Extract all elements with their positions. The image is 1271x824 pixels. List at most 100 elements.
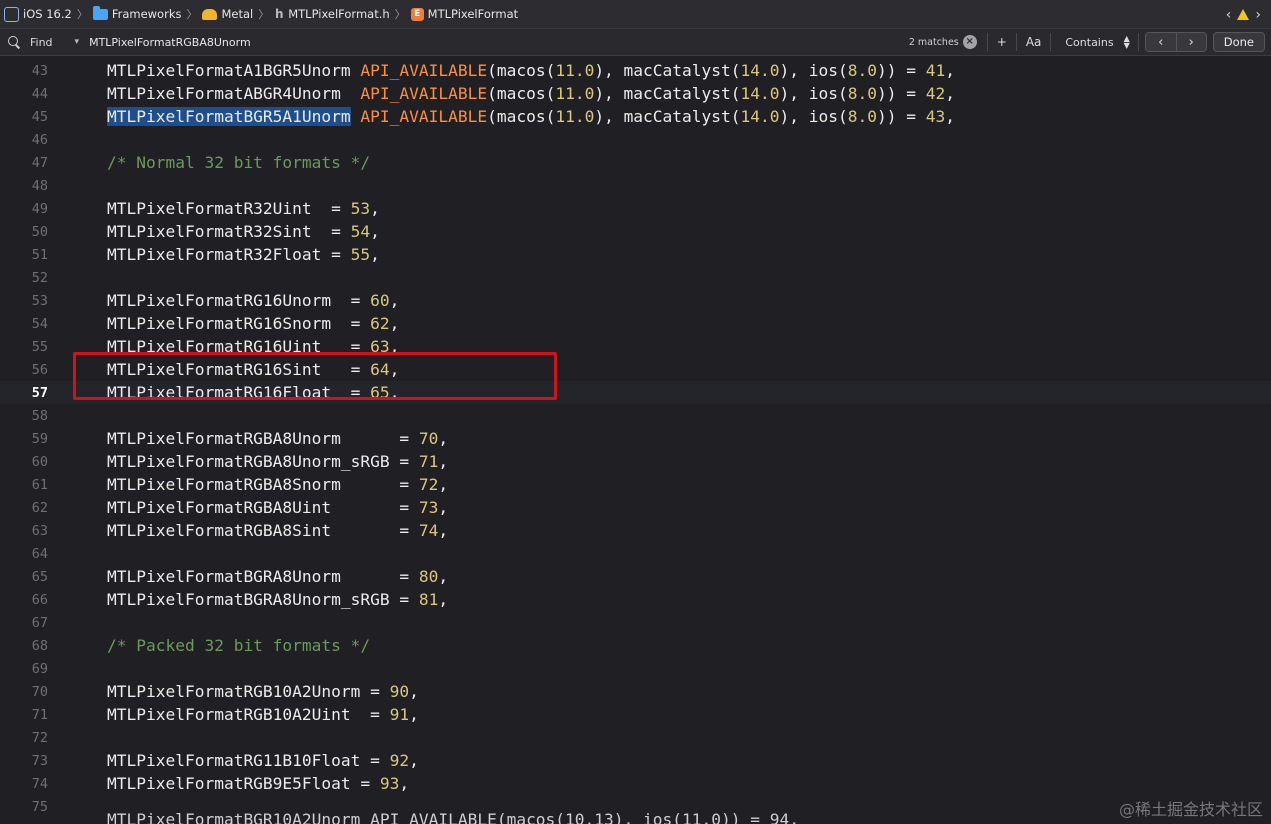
code-text[interactable]: MTLPixelFormatBGR5A1Unorm API_AVAILABLE(… xyxy=(107,107,955,126)
chevron-left-icon[interactable]: ‹ xyxy=(1226,7,1232,23)
code-line[interactable]: 51 MTLPixelFormatR32Float = 55, xyxy=(0,243,1271,266)
code-line[interactable]: 63 MTLPixelFormatRGBA8Sint = 74, xyxy=(0,519,1271,542)
clear-search-button[interactable]: × xyxy=(962,35,977,49)
code-text[interactable]: MTLPixelFormatRGB10A2Unorm = 90, xyxy=(107,682,419,701)
match-type-label: Contains xyxy=(1065,35,1114,49)
code-line[interactable]: 67 xyxy=(0,611,1271,634)
code-line[interactable]: 52 xyxy=(0,266,1271,289)
code-line[interactable]: 47 /* Normal 32 bit formats */ xyxy=(0,151,1271,174)
code-line[interactable]: 49 MTLPixelFormatR32Uint = 53, xyxy=(0,197,1271,220)
code-text[interactable]: MTLPixelFormatRGBA8Sint = 74, xyxy=(107,521,448,540)
crumb-sdk[interactable]: iOS 16.2 xyxy=(4,6,72,22)
code-line[interactable]: 65 MTLPixelFormatBGRA8Unorm = 80, xyxy=(0,565,1271,588)
match-type-selector[interactable]: Contains ▲ ▼ xyxy=(1051,35,1137,50)
code-line[interactable]: 44 MTLPixelFormatABGR4Unorm API_AVAILABLE… xyxy=(0,82,1271,105)
code-text[interactable]: MTLPixelFormatBGRA8Unorm_sRGB = 81, xyxy=(107,590,448,609)
code-text[interactable]: MTLPixelFormatR32Float = 55, xyxy=(107,245,380,264)
line-number: 49 xyxy=(31,200,48,217)
jump-bar: iOS 16.2 〉 Frameworks 〉 Metal 〉 h MTLPix… xyxy=(0,0,1271,29)
code-line[interactable]: 50 MTLPixelFormatR32Sint = 54, xyxy=(0,220,1271,243)
line-number: 55 xyxy=(31,338,48,355)
find-input[interactable]: MTLPixelFormatRGBA8Unorm xyxy=(89,36,909,49)
line-number: 54 xyxy=(31,315,48,332)
chevron-right-icon[interactable]: › xyxy=(1255,7,1261,23)
code-text[interactable]: MTLPixelFormatABGR4Unorm API_AVAILABLE(m… xyxy=(107,84,955,103)
code-text[interactable]: /* Packed 32 bit formats */ xyxy=(107,636,370,655)
find-bar: Find ▾ MTLPixelFormatRGBA8Unorm 2 matche… xyxy=(0,29,1271,56)
crumb-separator-icon: 〉 xyxy=(186,8,198,21)
code-line[interactable]: 54 MTLPixelFormatRG16Snorm = 62, xyxy=(0,312,1271,335)
line-number: 73 xyxy=(31,752,48,769)
code-text[interactable]: MTLPixelFormatRGBA8Unorm = 70, xyxy=(107,429,448,448)
code-line[interactable]: 72 xyxy=(0,726,1271,749)
code-text[interactable]: MTLPixelFormatBGRA8Unorm = 80, xyxy=(107,567,448,586)
crumb-header-file[interactable]: h MTLPixelFormat.h xyxy=(274,7,390,21)
add-pattern-button[interactable]: + xyxy=(988,35,1016,49)
code-text[interactable]: MTLPixelFormatR32Uint = 53, xyxy=(107,199,380,218)
code-line[interactable]: 74 MTLPixelFormatRGB9E5Float = 93, xyxy=(0,772,1271,795)
code-line[interactable]: 45 MTLPixelFormatBGR5A1Unorm API_AVAILABL… xyxy=(0,105,1271,128)
crumb-metal[interactable]: Metal xyxy=(202,7,253,21)
crumb-separator-icon: 〉 xyxy=(258,8,270,21)
find-mode-selector[interactable]: Find ▾ xyxy=(30,36,79,49)
line-number: 75 xyxy=(31,798,48,815)
find-mode-label: Find xyxy=(30,35,53,49)
line-number: 65 xyxy=(31,568,48,585)
code-line[interactable]: 66 MTLPixelFormatBGRA8Unorm_sRGB = 81, xyxy=(0,588,1271,611)
crumb-separator-icon: 〉 xyxy=(76,8,88,21)
folder-icon xyxy=(92,5,108,20)
code-line[interactable]: 61 MTLPixelFormatRGBA8Snorm = 72, xyxy=(0,473,1271,496)
code-line[interactable]: 64 xyxy=(0,542,1271,565)
crumb-enum[interactable]: E MTLPixelFormat xyxy=(410,7,519,21)
line-number: 45 xyxy=(31,108,48,125)
code-text[interactable]: /* Normal 32 bit formats */ xyxy=(107,153,370,172)
code-text[interactable]: MTLPixelFormatRGBA8Uint = 73, xyxy=(107,498,448,517)
code-line[interactable]: 53 MTLPixelFormatRG16Unorm = 60, xyxy=(0,289,1271,312)
crumb-enum-label: MTLPixelFormat xyxy=(427,7,519,21)
code-text[interactable]: MTLPixelFormatRGB10A2Uint = 91, xyxy=(107,705,419,724)
match-case-button[interactable]: Aa xyxy=(1017,35,1051,49)
code-line[interactable]: 71 MTLPixelFormatRGB10A2Uint = 91, xyxy=(0,703,1271,726)
code-text[interactable]: MTLPixelFormatRGBA8Snorm = 72, xyxy=(107,475,448,494)
code-text[interactable]: MTLPixelFormatRG11B10Float = 92, xyxy=(107,751,419,770)
crumb-metal-label: Metal xyxy=(221,7,254,21)
code-line[interactable]: 60 MTLPixelFormatRGBA8Unorm_sRGB = 71, xyxy=(0,450,1271,473)
code-line[interactable]: 69 xyxy=(0,657,1271,680)
code-line[interactable]: 62 MTLPixelFormatRGBA8Uint = 73, xyxy=(0,496,1271,519)
line-number: 51 xyxy=(31,246,48,263)
code-line[interactable]: 73 MTLPixelFormatRG11B10Float = 92, xyxy=(0,749,1271,772)
line-number: 48 xyxy=(31,177,48,194)
code-line[interactable]: 68 /* Packed 32 bit formats */ xyxy=(0,634,1271,657)
line-number: 74 xyxy=(31,775,48,792)
metal-framework-icon xyxy=(202,8,218,20)
line-number: 72 xyxy=(31,729,48,746)
code-text[interactable]: MTLPixelFormatRG16Snorm = 62, xyxy=(107,314,399,333)
warning-icon[interactable] xyxy=(1237,9,1250,20)
line-number: 70 xyxy=(31,683,48,700)
line-number: 59 xyxy=(31,430,48,447)
line-number: 61 xyxy=(31,476,48,493)
code-text[interactable]: MTLPixelFormatR32Sint = 54, xyxy=(107,222,380,241)
code-text[interactable]: MTLPixelFormatRGBA8Unorm_sRGB = 71, xyxy=(107,452,448,471)
done-button[interactable]: Done xyxy=(1212,32,1265,52)
crumb-frameworks[interactable]: Frameworks xyxy=(92,5,181,21)
partial-code-line: MTLPixelFormatBGR10A2Unorm API_AVAILABLE… xyxy=(107,810,799,824)
code-text[interactable]: MTLPixelFormatRG16Unorm = 60, xyxy=(107,291,399,310)
code-line[interactable]: 59 MTLPixelFormatRGBA8Unorm = 70, xyxy=(0,427,1271,450)
code-text[interactable]: MTLPixelFormatRGB9E5Float = 93, xyxy=(107,774,409,793)
line-number: 50 xyxy=(31,223,48,240)
code-line[interactable]: 48 xyxy=(0,174,1271,197)
line-number: 63 xyxy=(31,522,48,539)
code-line[interactable]: 58 xyxy=(0,404,1271,427)
code-editor[interactable]: 43 MTLPixelFormatA1BGR5Unorm API_AVAILABL… xyxy=(0,56,1271,824)
previous-match-button[interactable]: ‹ xyxy=(1145,33,1176,51)
next-match-button[interactable]: › xyxy=(1175,33,1206,51)
code-text[interactable]: MTLPixelFormatA1BGR5Unorm API_AVAILABLE(… xyxy=(107,61,955,80)
line-number: 58 xyxy=(31,407,48,424)
crumb-sdk-label: iOS 16.2 xyxy=(23,7,72,21)
match-count: 2 matches xyxy=(908,36,959,48)
line-number: 66 xyxy=(31,591,48,608)
code-line[interactable]: 70 MTLPixelFormatRGB10A2Unorm = 90, xyxy=(0,680,1271,703)
code-line[interactable]: 46 xyxy=(0,128,1271,151)
code-line[interactable]: 43 MTLPixelFormatA1BGR5Unorm API_AVAILABL… xyxy=(0,59,1271,82)
